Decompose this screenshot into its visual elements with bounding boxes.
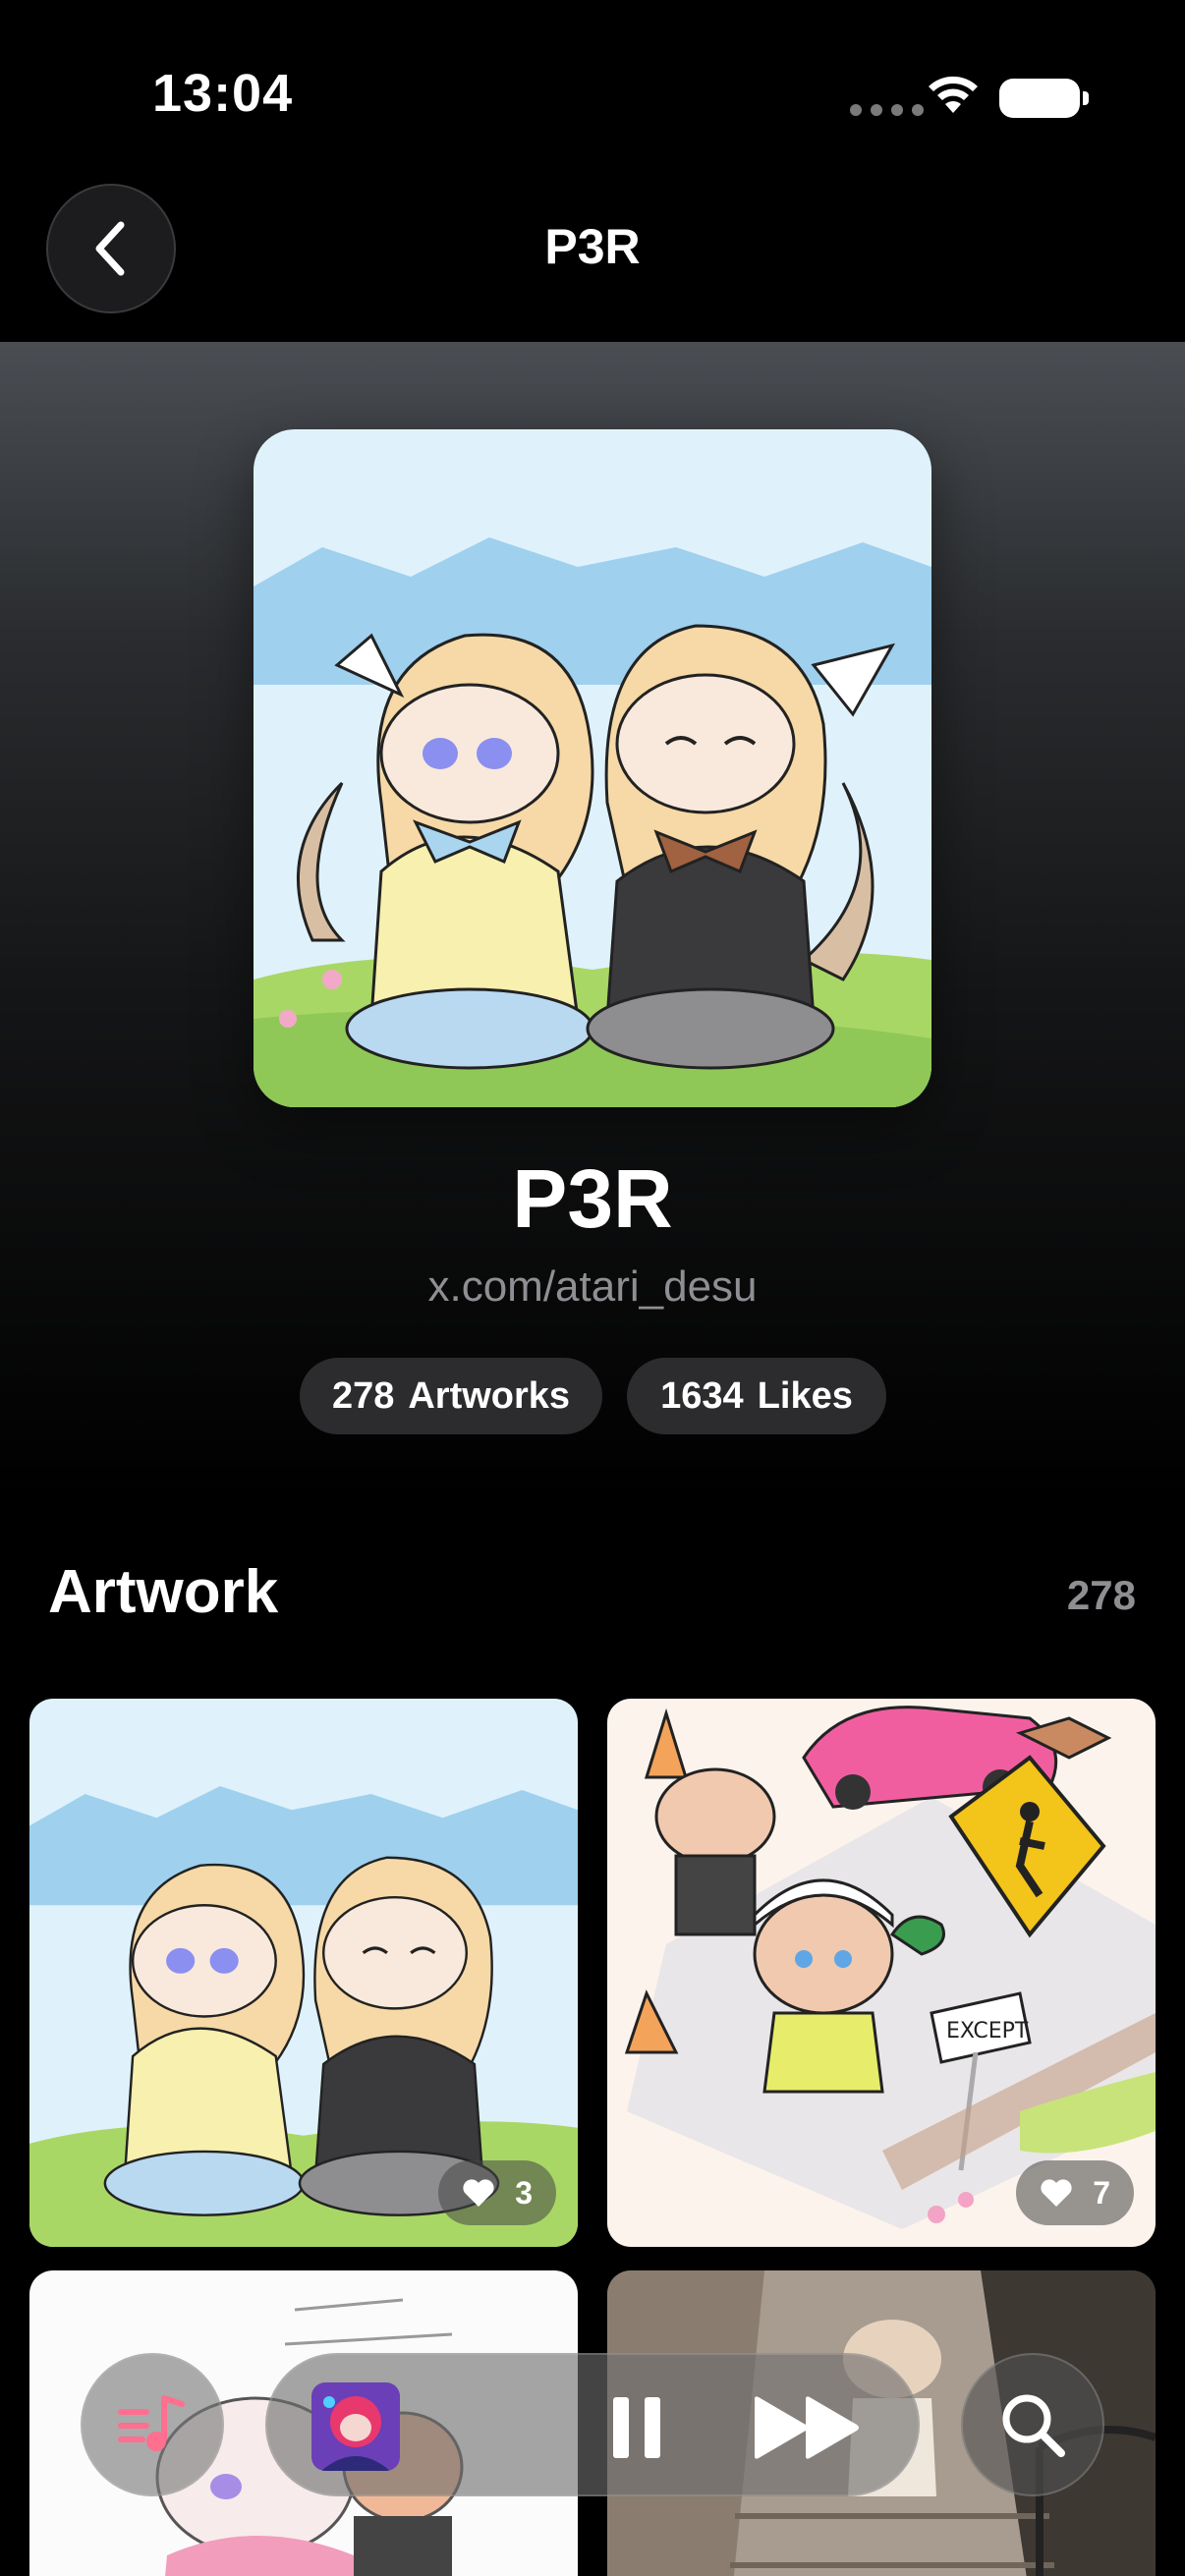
heart-icon [463, 2179, 494, 2207]
status-bar: 13:04 [0, 0, 1185, 187]
battery-icon [999, 79, 1089, 118]
artworks-count: 278 [331, 1374, 395, 1417]
artworks-count-pill: 278 Artworks [300, 1358, 602, 1434]
mini-player[interactable] [265, 2353, 920, 2496]
artworks-label: Artworks [408, 1374, 571, 1417]
pause-icon [613, 2397, 660, 2458]
like-count: 7 [1093, 2174, 1110, 2211]
search-icon [1002, 2394, 1065, 2457]
like-count-badge[interactable]: 3 [438, 2160, 556, 2225]
profile-avatar [254, 429, 931, 1107]
profile-link[interactable]: x.com/atari_desu [0, 1262, 1185, 1312]
nav-title: P3R [544, 219, 641, 274]
likes-label: Likes [757, 1374, 853, 1417]
now-playing-artwork[interactable] [311, 2382, 400, 2471]
like-count: 3 [515, 2174, 533, 2211]
likes-count: 1634 [660, 1374, 744, 1417]
artwork-card[interactable]: EXCEPT 7 [607, 1699, 1156, 2247]
pause-button[interactable] [601, 2392, 672, 2463]
likes-count-pill: 1634 Likes [627, 1358, 886, 1434]
fast-forward-icon [755, 2396, 859, 2459]
heart-icon [1041, 2179, 1072, 2207]
section-count: 278 [1066, 1572, 1136, 1618]
search-button[interactable] [961, 2353, 1104, 2496]
queue-button[interactable] [81, 2353, 224, 2496]
cellular-signal-icon [850, 104, 924, 116]
like-count-badge[interactable]: 7 [1016, 2160, 1134, 2225]
music-queue-icon [118, 2395, 185, 2451]
profile-name: P3R [512, 1152, 673, 1245]
section-title: Artwork [48, 1558, 279, 1626]
status-time: 13:04 [152, 64, 294, 123]
skip-forward-button[interactable] [749, 2392, 867, 2463]
wifi-icon [929, 76, 978, 113]
svg-text:EXCEPT: EXCEPT [946, 2019, 1029, 2044]
artwork-card[interactable]: 3 [29, 1699, 578, 2247]
